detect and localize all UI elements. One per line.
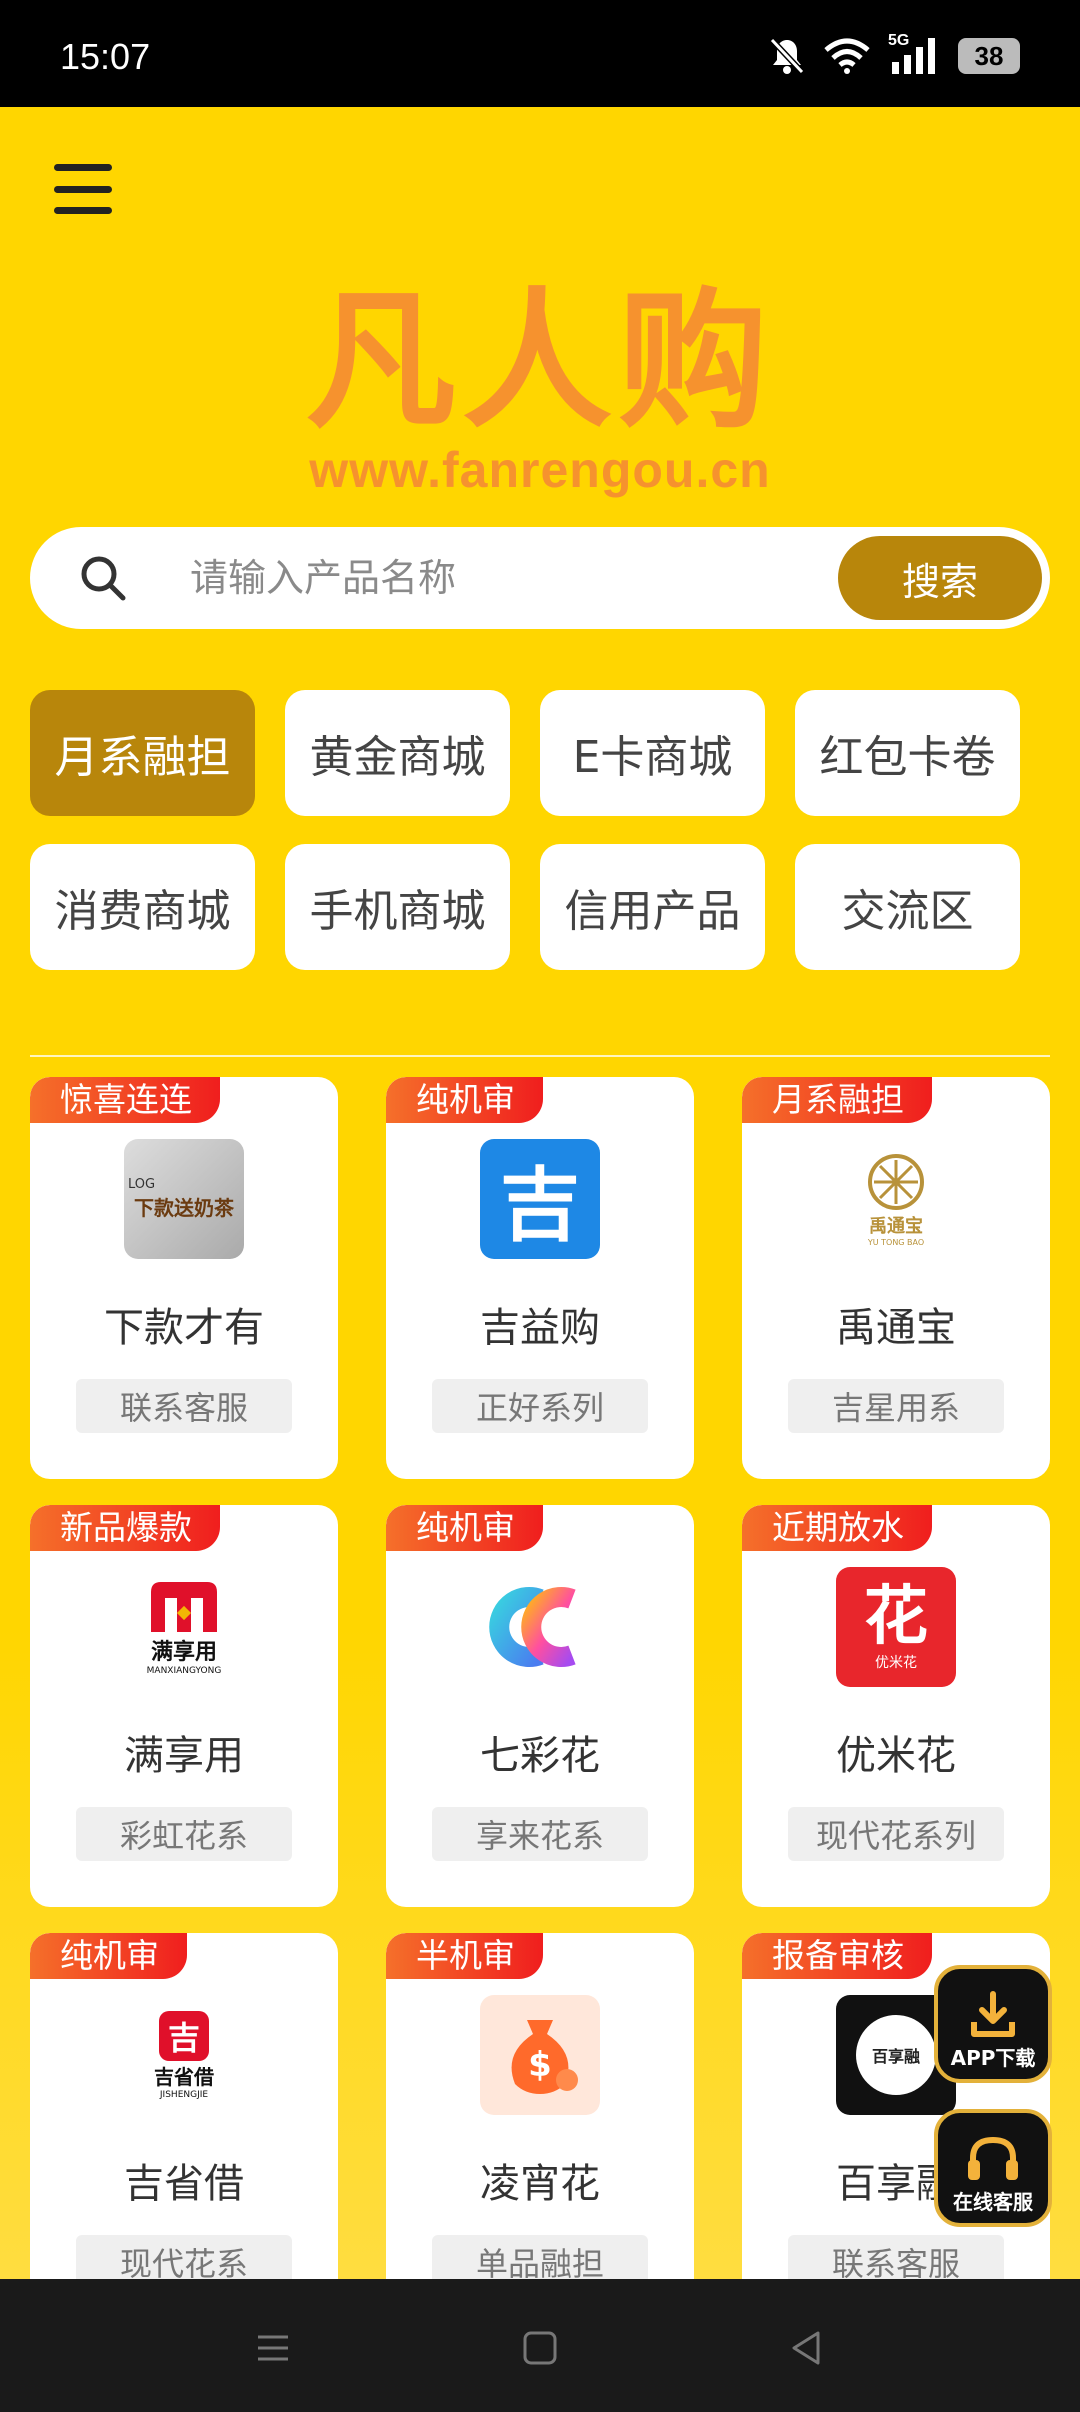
- product-name: 七彩花: [480, 1733, 600, 1779]
- yutongbao-emblem-icon: [868, 1153, 924, 1210]
- product-grid: 惊喜连连 LOG 下款送奶茶 下款才有 联系客服 纯机审 吉 吉益购 正好系列 …: [30, 1077, 1050, 2279]
- brand-name: 凡人购: [305, 275, 774, 449]
- product-card[interactable]: 近期放水 花 优米花 优米花 现代花系列: [742, 1505, 1050, 1907]
- category-ecard-mall[interactable]: E卡商城: [540, 690, 765, 816]
- system-nav-bar: [0, 2279, 1080, 2412]
- product-name: 下款才有: [104, 1305, 264, 1351]
- download-icon: [971, 1991, 1015, 2037]
- search-bar: 搜索: [30, 527, 1050, 629]
- logo-sub: LOG: [128, 1177, 156, 1192]
- baixiangrong-badge-icon: 百享融: [856, 2015, 936, 2095]
- product-tag: 近期放水: [742, 1505, 932, 1551]
- status-bar: 15:07 5G 38: [0, 0, 1080, 107]
- product-name: 吉省借: [124, 2161, 244, 2207]
- product-tag: 新品爆款: [30, 1505, 220, 1551]
- logo-text: 花: [864, 1580, 928, 1654]
- product-series: 现代花系: [76, 2235, 292, 2279]
- logo-sub: JISHENGJIE: [159, 2089, 209, 2100]
- search-button[interactable]: 搜索: [838, 536, 1042, 620]
- product-series: 联系客服: [76, 1379, 292, 1433]
- logo-text: 禹通宝: [869, 1215, 923, 1237]
- logo-sub: 优米花: [875, 1655, 917, 1671]
- back-icon[interactable]: [782, 2323, 832, 2373]
- product-logo: LOG 下款送奶茶: [124, 1139, 244, 1259]
- logo-text: 吉: [500, 1159, 580, 1252]
- product-card[interactable]: 纯机审 吉 吉省借 JISHENGJIE 吉省借 现代花系: [30, 1933, 338, 2279]
- category-grid: 月系融担 黄金商城 E卡商城 红包卡卷 消费商城 手机商城 信用产品 交流区: [30, 690, 1050, 970]
- product-logo: 吉: [480, 1139, 600, 1259]
- product-card[interactable]: 新品爆款 满享用 MANXIANGYONG 满享用 彩虹花系: [30, 1505, 338, 1907]
- category-phone-mall[interactable]: 手机商城: [285, 844, 510, 970]
- product-tag: 半机审: [386, 1933, 543, 1979]
- battery-icon: 38: [958, 38, 1020, 74]
- menu-icon[interactable]: [50, 159, 116, 219]
- product-card[interactable]: 半机审 $ 凌宵花 单品融担: [386, 1933, 694, 2279]
- product-tag: 纯机审: [386, 1505, 543, 1551]
- headset-icon: [968, 2136, 1018, 2180]
- category-consumer-mall[interactable]: 消费商城: [30, 844, 255, 970]
- product-card[interactable]: 月系融担 禹通宝 YU TONG BAO 禹通宝 吉星用系: [742, 1077, 1050, 1479]
- qicaihua-cc-icon: [489, 1587, 576, 1667]
- wifi-icon: [824, 38, 870, 74]
- category-red-packet[interactable]: 红包卡卷: [795, 690, 1020, 816]
- home-icon[interactable]: [515, 2323, 565, 2373]
- product-series: 单品融担: [432, 2235, 648, 2279]
- brand-url: www.fanrengou.cn: [309, 442, 771, 498]
- product-logo: 禹通宝 YU TONG BAO: [836, 1139, 956, 1259]
- product-logo: $: [480, 1995, 600, 2115]
- product-series: 现代花系列: [788, 1807, 1004, 1861]
- online-service-button[interactable]: 在线客服: [934, 2109, 1052, 2227]
- product-tag: 报备审核: [742, 1933, 932, 1979]
- product-name: 优米花: [836, 1733, 956, 1779]
- product-series: 正好系列: [432, 1379, 648, 1433]
- product-card[interactable]: 纯机审 七彩花 享来花系: [386, 1505, 694, 1907]
- logo-text: 下款送奶茶: [134, 1196, 234, 1220]
- brand-logo: 凡人购 www.fanrengou.cn: [300, 287, 780, 499]
- app-download-button[interactable]: APP下载: [934, 1965, 1052, 2083]
- manxiangyong-m-icon: [151, 1582, 217, 1632]
- network-type: 5G: [888, 32, 910, 49]
- logo-text: 百享融: [871, 2047, 920, 2066]
- product-series: 彩虹花系: [76, 1807, 292, 1861]
- search-icon: [81, 556, 126, 601]
- product-name: 吉益购: [480, 1305, 600, 1351]
- product-card[interactable]: 纯机审 吉 吉益购 正好系列: [386, 1077, 694, 1479]
- svg-text:$: $: [528, 2045, 552, 2085]
- product-series: 吉星用系: [788, 1379, 1004, 1433]
- signal-icon: 5G: [888, 32, 940, 76]
- category-credit-products[interactable]: 信用产品: [540, 844, 765, 970]
- jishengjie-badge-icon: 吉: [159, 2010, 209, 2061]
- status-icons: 5G 38: [768, 32, 1020, 78]
- category-gold-mall[interactable]: 黄金商城: [285, 690, 510, 816]
- product-name: 凌宵花: [480, 2161, 600, 2207]
- money-bag-icon: $: [511, 2020, 578, 2094]
- category-community[interactable]: 交流区: [795, 844, 1020, 970]
- logo-sub: MANXIANGYONG: [146, 1666, 222, 1676]
- product-logo: [480, 1567, 600, 1687]
- product-logo: 花 优米花: [836, 1567, 956, 1687]
- mute-icon: [769, 37, 805, 75]
- product-tag: 纯机审: [386, 1077, 543, 1123]
- app-download-label: APP下载: [950, 2046, 1036, 2070]
- status-time: 15:07: [60, 36, 151, 77]
- recent-apps-icon[interactable]: [248, 2323, 298, 2373]
- product-card[interactable]: 惊喜连连 LOG 下款送奶茶 下款才有 联系客服: [30, 1077, 338, 1479]
- product-series: 享来花系: [432, 1807, 648, 1861]
- logo-text: 满享用: [150, 1640, 217, 1665]
- category-yuexi-rongdan[interactable]: 月系融担: [30, 690, 255, 816]
- product-name: 禹通宝: [836, 1305, 956, 1351]
- search-input[interactable]: [190, 549, 830, 607]
- product-tag: 纯机审: [30, 1933, 187, 1979]
- product-series: 联系客服: [788, 2235, 1004, 2279]
- product-logo: 满享用 MANXIANGYONG: [124, 1567, 244, 1687]
- logo-sub: YU TONG BAO: [867, 1237, 925, 1247]
- logo-text: 吉省借: [154, 2064, 214, 2089]
- main-content: 凡人购 www.fanrengou.cn 搜索 月系融担 黄金商城 E卡商城 红…: [0, 107, 1080, 2279]
- online-service-label: 在线客服: [953, 2190, 1033, 2214]
- product-tag: 月系融担: [742, 1077, 932, 1123]
- product-logo: 吉 吉省借 JISHENGJIE: [124, 1995, 244, 2115]
- product-name: 满享用: [124, 1733, 244, 1779]
- product-tag: 惊喜连连: [30, 1077, 220, 1123]
- section-divider: [30, 1055, 1050, 1057]
